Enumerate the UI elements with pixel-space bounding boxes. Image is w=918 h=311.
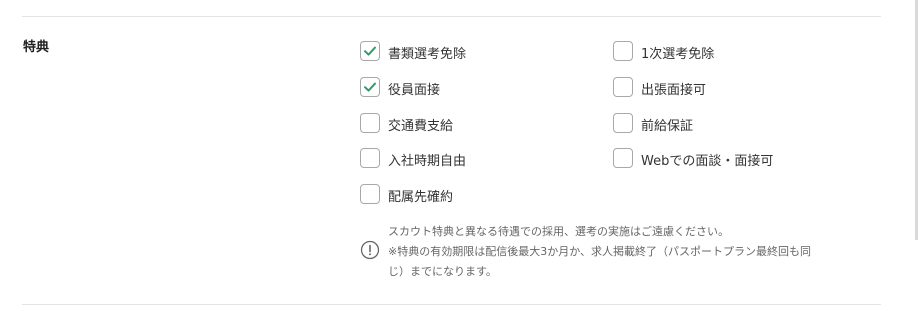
- notice-line: じ）までになります。: [388, 265, 497, 278]
- notice-text: スカウト特典と異なる待遇での採用、選考の実施はご遠慮ください。 ※特典の有効期限…: [388, 222, 868, 282]
- benefit-label: 配属先確約: [388, 190, 454, 205]
- notice-line: ※特典の有効期限は配信後最大3か月か、求人掲載終了（パスポートプラン最終回も同: [388, 245, 811, 258]
- checkbox-box[interactable]: [613, 148, 633, 168]
- benefit-label: 書類選考免除: [388, 47, 467, 62]
- benefit-label: 交通費支給: [388, 119, 454, 134]
- checkbox-box[interactable]: [360, 184, 380, 204]
- checkbox-box[interactable]: [360, 77, 380, 97]
- notice-line: スカウト特典と異なる待遇での採用、選考の実施はご遠慮ください。: [388, 225, 729, 238]
- divider-top: [22, 16, 881, 17]
- checkbox-box[interactable]: [360, 148, 380, 168]
- benefit-label: 出張面接可: [641, 83, 707, 98]
- check-icon: [364, 82, 376, 92]
- benefit-label: Webでの面談・面接可: [641, 154, 774, 169]
- section-title: 特典: [23, 40, 50, 55]
- benefit-label: 前給保証: [641, 119, 694, 134]
- checkbox-box[interactable]: [360, 113, 380, 133]
- checkbox-box[interactable]: [360, 41, 380, 61]
- checkbox-box[interactable]: [613, 41, 633, 61]
- check-icon: [364, 46, 376, 56]
- benefit-label: 役員面接: [388, 83, 441, 98]
- checkbox-box[interactable]: [613, 77, 633, 97]
- benefit-label: 入社時期自由: [388, 154, 467, 169]
- exclamation-circle-icon: [360, 240, 380, 260]
- divider-bottom: [22, 304, 881, 305]
- benefit-label: 1次選考免除: [641, 47, 715, 62]
- checkbox-box[interactable]: [613, 113, 633, 133]
